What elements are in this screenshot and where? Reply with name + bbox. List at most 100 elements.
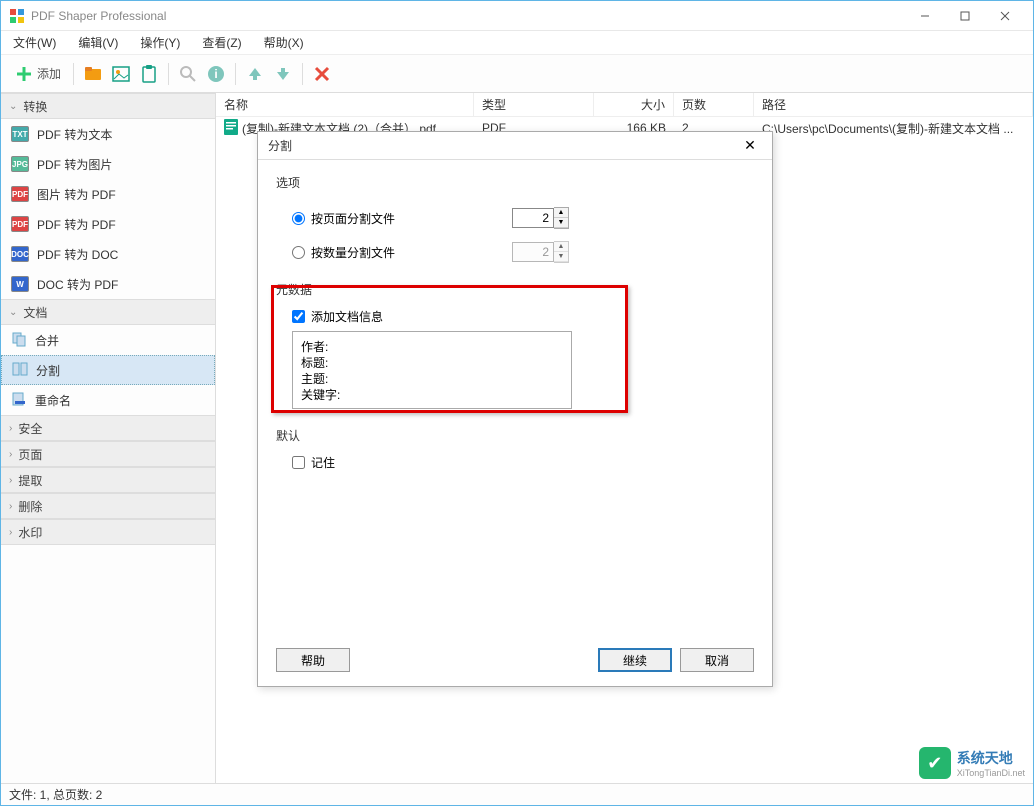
page-count-input[interactable]	[512, 208, 554, 228]
window-title: PDF Shaper Professional	[31, 9, 905, 23]
meta-title-label: 标题:	[301, 354, 421, 371]
jpg-icon: JPG	[11, 156, 29, 172]
rename-icon	[11, 391, 27, 410]
separator	[168, 63, 169, 85]
merge-icon	[11, 331, 27, 350]
col-path[interactable]: 路径	[754, 93, 1033, 116]
remember-checkbox[interactable]: 记住	[292, 454, 754, 471]
watermark-url: XiTongTianDi.net	[957, 768, 1025, 778]
group-extract[interactable]: › 提取	[1, 467, 215, 493]
sidebar-item-split[interactable]: 分割	[1, 355, 215, 385]
item-label: 合并	[35, 332, 59, 349]
sidebar-item-doc-to-pdf[interactable]: WDOC 转为 PDF	[1, 269, 215, 299]
sidebar-item-pdf-to-doc[interactable]: DOCPDF 转为 DOC	[1, 239, 215, 269]
info-icon[interactable]: i	[203, 61, 229, 87]
item-label: PDF 转为图片	[37, 156, 112, 173]
continue-button[interactable]: 继续	[598, 648, 672, 672]
window-titlebar: PDF Shaper Professional	[1, 1, 1033, 31]
sidebar-item-pdf-to-pdf[interactable]: PDF PDF 转为 PDF	[1, 209, 215, 239]
arrow-down-icon[interactable]	[270, 61, 296, 87]
chevron-right-icon: ›	[9, 423, 12, 434]
meta-keywords-label: 关键字:	[301, 386, 421, 403]
group-watermark-label: 水印	[18, 524, 42, 541]
menu-file[interactable]: 文件(W)	[9, 32, 60, 53]
group-document[interactable]: ⌄ 文档	[1, 299, 215, 325]
meta-subject-label: 主题:	[301, 370, 421, 387]
group-document-label: 文档	[23, 304, 47, 321]
group-delete-label: 删除	[18, 498, 42, 515]
group-security-label: 安全	[18, 420, 42, 437]
chevron-right-icon: ›	[9, 475, 12, 486]
dialog-close-button[interactable]: ✕	[738, 136, 762, 156]
separator	[302, 63, 303, 85]
split-by-count-label: 按数量分割文件	[311, 244, 395, 261]
split-by-page-radio[interactable]: 按页面分割文件	[292, 210, 512, 227]
watermark-icon: ✔	[919, 747, 951, 779]
help-button[interactable]: 帮助	[276, 648, 350, 672]
spin-up-icon[interactable]: ▲	[554, 208, 568, 218]
arrow-up-icon[interactable]	[242, 61, 268, 87]
sidebar-item-pdf-to-text[interactable]: TXTPDF 转为文本	[1, 119, 215, 149]
minimize-button[interactable]	[905, 2, 945, 30]
pdf-file-icon	[224, 119, 238, 138]
options-section-label: 选项	[276, 174, 754, 191]
group-watermark[interactable]: › 水印	[1, 519, 215, 545]
cancel-button[interactable]: 取消	[680, 648, 754, 672]
col-type[interactable]: 类型	[474, 93, 594, 116]
delete-icon[interactable]	[309, 61, 335, 87]
sidebar-item-image-to-pdf[interactable]: PDF 图片 转为 PDF	[1, 179, 215, 209]
image-icon[interactable]	[108, 61, 134, 87]
clipboard-icon[interactable]	[136, 61, 162, 87]
item-label: 图片 转为 PDF	[37, 186, 116, 203]
col-name[interactable]: 名称	[216, 93, 474, 116]
chevron-right-icon: ›	[9, 449, 12, 460]
item-label: PDF 转为 PDF	[37, 216, 116, 233]
status-text: 文件: 1, 总页数: 2	[9, 786, 102, 803]
item-label: 重命名	[35, 392, 71, 409]
group-page-label: 页面	[18, 446, 42, 463]
app-logo-icon	[9, 8, 25, 24]
group-convert[interactable]: ⌄ 转换	[1, 93, 215, 119]
col-size[interactable]: 大小	[594, 93, 674, 116]
close-button[interactable]	[985, 2, 1025, 30]
watermark-logo: ✔ 系统天地 XiTongTianDi.net	[919, 747, 1025, 779]
sidebar-item-rename[interactable]: 重命名	[1, 385, 215, 415]
spin-down-icon[interactable]: ▼	[554, 218, 568, 228]
split-by-count-radio[interactable]: 按数量分割文件	[292, 244, 512, 261]
group-page[interactable]: › 页面	[1, 441, 215, 467]
split-dialog: 分割 ✕ 选项 按页面分割文件 ▲▼ 按数量分割文件 ▲▼	[257, 131, 773, 687]
toolbar: 添加 i	[1, 55, 1033, 93]
spin-up-icon[interactable]: ▲	[554, 242, 568, 252]
page-spinner[interactable]: ▲▼	[512, 207, 569, 229]
spin-down-icon[interactable]: ▼	[554, 252, 568, 262]
folder-icon[interactable]	[80, 61, 106, 87]
sidebar-item-merge[interactable]: 合并	[1, 325, 215, 355]
maximize-button[interactable]	[945, 2, 985, 30]
columns-header: 名称 类型 大小 页数 路径	[216, 93, 1033, 117]
col-pages[interactable]: 页数	[674, 93, 754, 116]
chevron-right-icon: ›	[9, 527, 12, 538]
menu-edit[interactable]: 编辑(V)	[74, 32, 122, 53]
item-label: PDF 转为文本	[37, 126, 112, 143]
dialog-titlebar: 分割 ✕	[258, 132, 772, 160]
search-icon[interactable]	[175, 61, 201, 87]
separator	[73, 63, 74, 85]
count-spinner[interactable]: ▲▼	[512, 241, 569, 263]
group-delete[interactable]: ›删除	[1, 493, 215, 519]
menu-view[interactable]: 查看(Z)	[198, 32, 245, 53]
sidebar: ⌄ 转换 TXTPDF 转为文本 JPG PDF 转为图片 PDF 图片 转为 PD…	[1, 93, 216, 783]
add-doc-info-label: 添加文档信息	[311, 308, 383, 325]
add-button[interactable]: 添加	[9, 61, 67, 87]
pdf-icon: PDF	[11, 216, 29, 232]
group-security[interactable]: › 安全	[1, 415, 215, 441]
file-count-input[interactable]	[512, 242, 554, 262]
pdf-icon: PDF	[11, 186, 29, 202]
menu-help[interactable]: 帮助(X)	[260, 32, 308, 53]
group-extract-label: 提取	[18, 472, 42, 489]
sidebar-item-pdf-to-image[interactable]: JPG PDF 转为图片	[1, 149, 215, 179]
add-doc-info-checkbox[interactable]: 添加文档信息	[292, 308, 754, 325]
svg-text:i: i	[214, 67, 217, 81]
menu-action[interactable]: 操作(Y)	[136, 32, 184, 53]
chevron-down-icon: ⌄	[9, 101, 17, 112]
file-path: C:\Users\pc\Documents\(复制)-新建文本文档 ...	[754, 120, 1033, 137]
